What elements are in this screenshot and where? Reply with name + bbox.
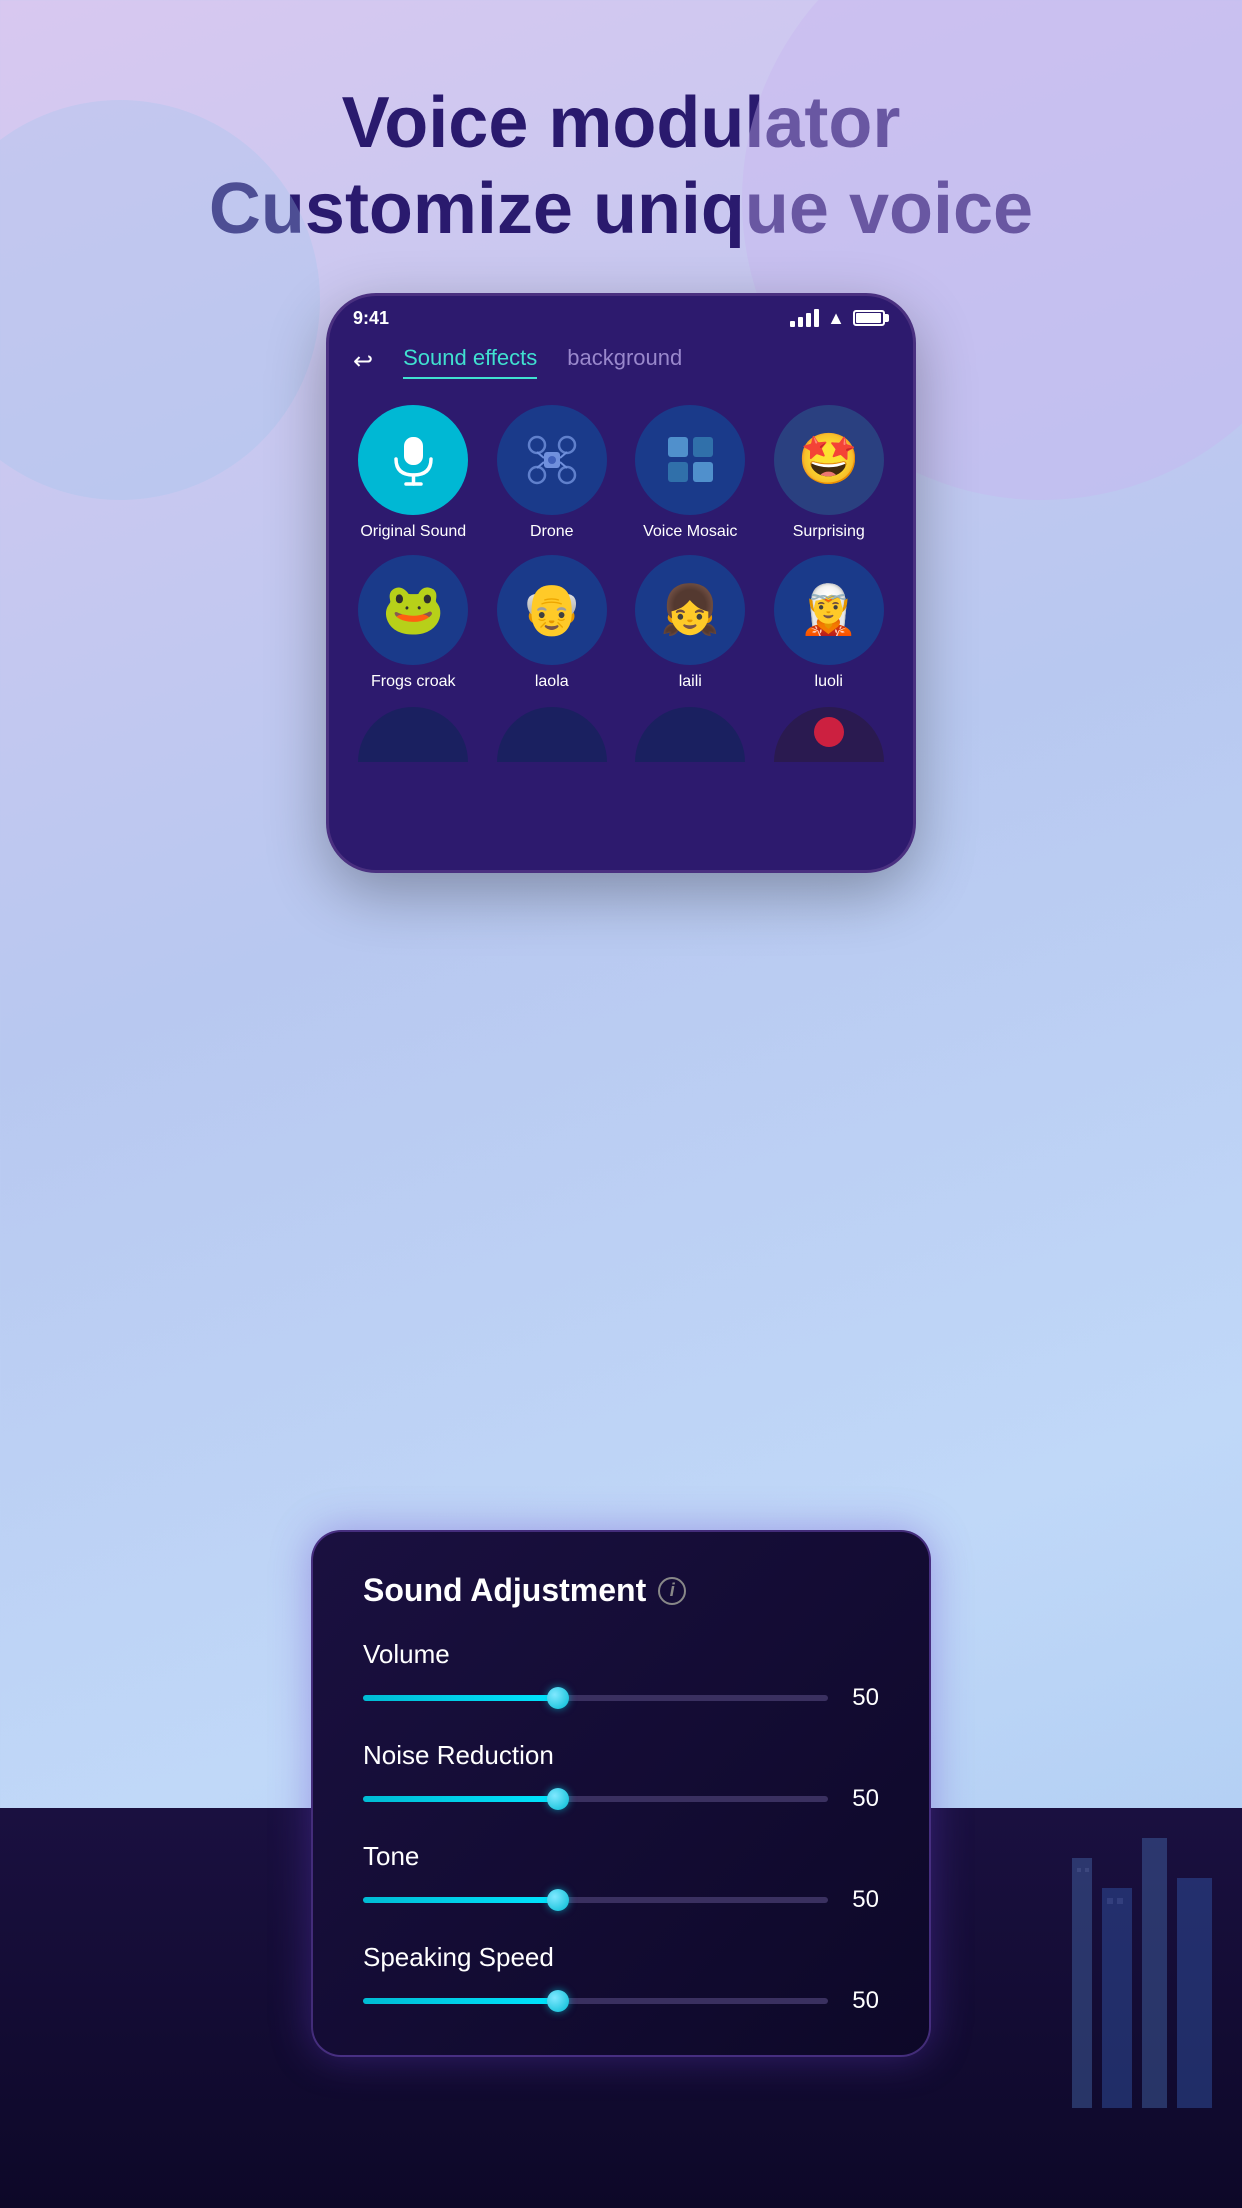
noise-reduction-row: 50 bbox=[363, 1785, 879, 1813]
tone-group: Tone 50 bbox=[363, 1841, 879, 1914]
phone-container: 9:41 ▲ ↩ Sound bbox=[0, 293, 1242, 873]
back-button[interactable]: ↩ bbox=[353, 347, 373, 376]
status-bar: 9:41 ▲ bbox=[329, 296, 913, 337]
partial-icon-2 bbox=[497, 707, 607, 762]
drone-label: Drone bbox=[530, 523, 574, 541]
time-display: 9:41 bbox=[353, 308, 389, 329]
frogs-croak-label: Frogs croak bbox=[371, 673, 455, 691]
effect-voice-mosaic[interactable]: Voice Mosaic bbox=[626, 405, 755, 541]
speaking-speed-thumb[interactable] bbox=[547, 1990, 569, 2012]
info-label: i bbox=[670, 1580, 675, 1601]
signal-bar-3 bbox=[806, 313, 811, 327]
laola-emoji: 👴 bbox=[521, 580, 583, 639]
laili-icon: 👧 bbox=[635, 555, 745, 665]
drone-svg bbox=[522, 430, 582, 490]
tone-row: 50 bbox=[363, 1886, 879, 1914]
effect-luoli[interactable]: 🧝 luoli bbox=[765, 555, 894, 691]
partial-icon-4 bbox=[774, 707, 884, 762]
panel-title-row: Sound Adjustment i bbox=[363, 1572, 879, 1609]
effect-frogs-croak[interactable]: 🐸 Frogs croak bbox=[349, 555, 478, 691]
voice-mosaic-label: Voice Mosaic bbox=[643, 523, 737, 541]
speaking-speed-row: 50 bbox=[363, 1987, 879, 2015]
effect-laili[interactable]: 👧 laili bbox=[626, 555, 755, 691]
tab-background[interactable]: background bbox=[567, 345, 682, 379]
frog-icon: 🐸 bbox=[358, 555, 468, 665]
frog-emoji: 🐸 bbox=[382, 580, 444, 639]
speaking-speed-track[interactable] bbox=[363, 1998, 828, 2004]
phone-mockup: 9:41 ▲ ↩ Sound bbox=[326, 293, 916, 873]
status-icons: ▲ bbox=[790, 308, 889, 329]
partial-item-2 bbox=[488, 707, 617, 762]
tone-label: Tone bbox=[363, 1841, 879, 1872]
noise-reduction-fill bbox=[363, 1796, 558, 1802]
partial-item-3 bbox=[626, 707, 755, 762]
partial-icon-1 bbox=[358, 707, 468, 762]
drone-icon bbox=[497, 405, 607, 515]
original-sound-label: Original Sound bbox=[360, 523, 466, 541]
volume-thumb[interactable] bbox=[547, 1687, 569, 1709]
original-sound-icon bbox=[358, 405, 468, 515]
mosaic-svg bbox=[663, 432, 718, 487]
battery-icon bbox=[853, 310, 889, 326]
speaking-speed-value: 50 bbox=[844, 1987, 879, 2015]
effect-laola[interactable]: 👴 laola bbox=[488, 555, 617, 691]
volume-group: Volume 50 bbox=[363, 1639, 879, 1712]
signal-bar-1 bbox=[790, 321, 795, 327]
panel-title: Sound Adjustment bbox=[363, 1572, 646, 1609]
volume-row: 50 bbox=[363, 1684, 879, 1712]
partial-icon-3 bbox=[635, 707, 745, 762]
effect-drone[interactable]: Drone bbox=[488, 405, 617, 541]
nav-bar: ↩ Sound effects background bbox=[329, 337, 913, 395]
luoli-emoji: 🧝 bbox=[799, 581, 859, 638]
tone-thumb[interactable] bbox=[547, 1889, 569, 1911]
noise-reduction-thumb[interactable] bbox=[547, 1788, 569, 1810]
surprising-label: Surprising bbox=[793, 523, 865, 541]
battery-tip bbox=[885, 314, 889, 322]
info-icon[interactable]: i bbox=[658, 1577, 686, 1605]
noise-reduction-label: Noise Reduction bbox=[363, 1740, 879, 1771]
adjustment-panel: Sound Adjustment i Volume 50 Noise Reduc… bbox=[311, 1530, 931, 2057]
effect-surprising[interactable]: 🤩 Surprising bbox=[765, 405, 894, 541]
noise-reduction-track[interactable] bbox=[363, 1796, 828, 1802]
tone-fill bbox=[363, 1897, 558, 1903]
signal-bar-2 bbox=[798, 317, 803, 327]
speaking-speed-fill bbox=[363, 1998, 558, 2004]
luoli-icon: 🧝 bbox=[774, 555, 884, 665]
laili-label: laili bbox=[679, 673, 702, 691]
surprising-emoji: 🤩 bbox=[798, 430, 860, 489]
battery-fill bbox=[856, 313, 881, 323]
partial-item-1 bbox=[349, 707, 478, 762]
partial-item-4 bbox=[765, 707, 894, 762]
effect-original[interactable]: Original Sound bbox=[349, 405, 478, 541]
voice-mosaic-icon bbox=[635, 405, 745, 515]
tab-sound-effects[interactable]: Sound effects bbox=[403, 345, 537, 379]
laili-emoji: 👧 bbox=[660, 581, 720, 638]
speaking-speed-group: Speaking Speed 50 bbox=[363, 1942, 879, 2015]
microphone-svg bbox=[386, 432, 441, 487]
volume-fill bbox=[363, 1695, 558, 1701]
volume-track[interactable] bbox=[363, 1695, 828, 1701]
effects-grid-row2: 🐸 Frogs croak 👴 laola 👧 laili bbox=[329, 551, 913, 701]
laola-label: laola bbox=[535, 673, 569, 691]
nav-tabs: Sound effects background bbox=[403, 345, 682, 379]
noise-reduction-value: 50 bbox=[844, 1785, 879, 1813]
signal-bar-4 bbox=[814, 309, 819, 327]
speaking-speed-label: Speaking Speed bbox=[363, 1942, 879, 1973]
volume-label: Volume bbox=[363, 1639, 879, 1670]
wifi-icon: ▲ bbox=[827, 308, 845, 329]
tone-value: 50 bbox=[844, 1886, 879, 1914]
noise-reduction-group: Noise Reduction 50 bbox=[363, 1740, 879, 1813]
luoli-label: luoli bbox=[815, 673, 843, 691]
surprising-icon: 🤩 bbox=[774, 405, 884, 515]
volume-value: 50 bbox=[844, 1684, 879, 1712]
effects-grid-row1: Original Sound bbox=[329, 395, 913, 551]
red-dot bbox=[814, 717, 844, 747]
effects-row-partial bbox=[329, 701, 913, 762]
laola-icon: 👴 bbox=[497, 555, 607, 665]
tone-track[interactable] bbox=[363, 1897, 828, 1903]
signal-icon bbox=[790, 309, 819, 327]
